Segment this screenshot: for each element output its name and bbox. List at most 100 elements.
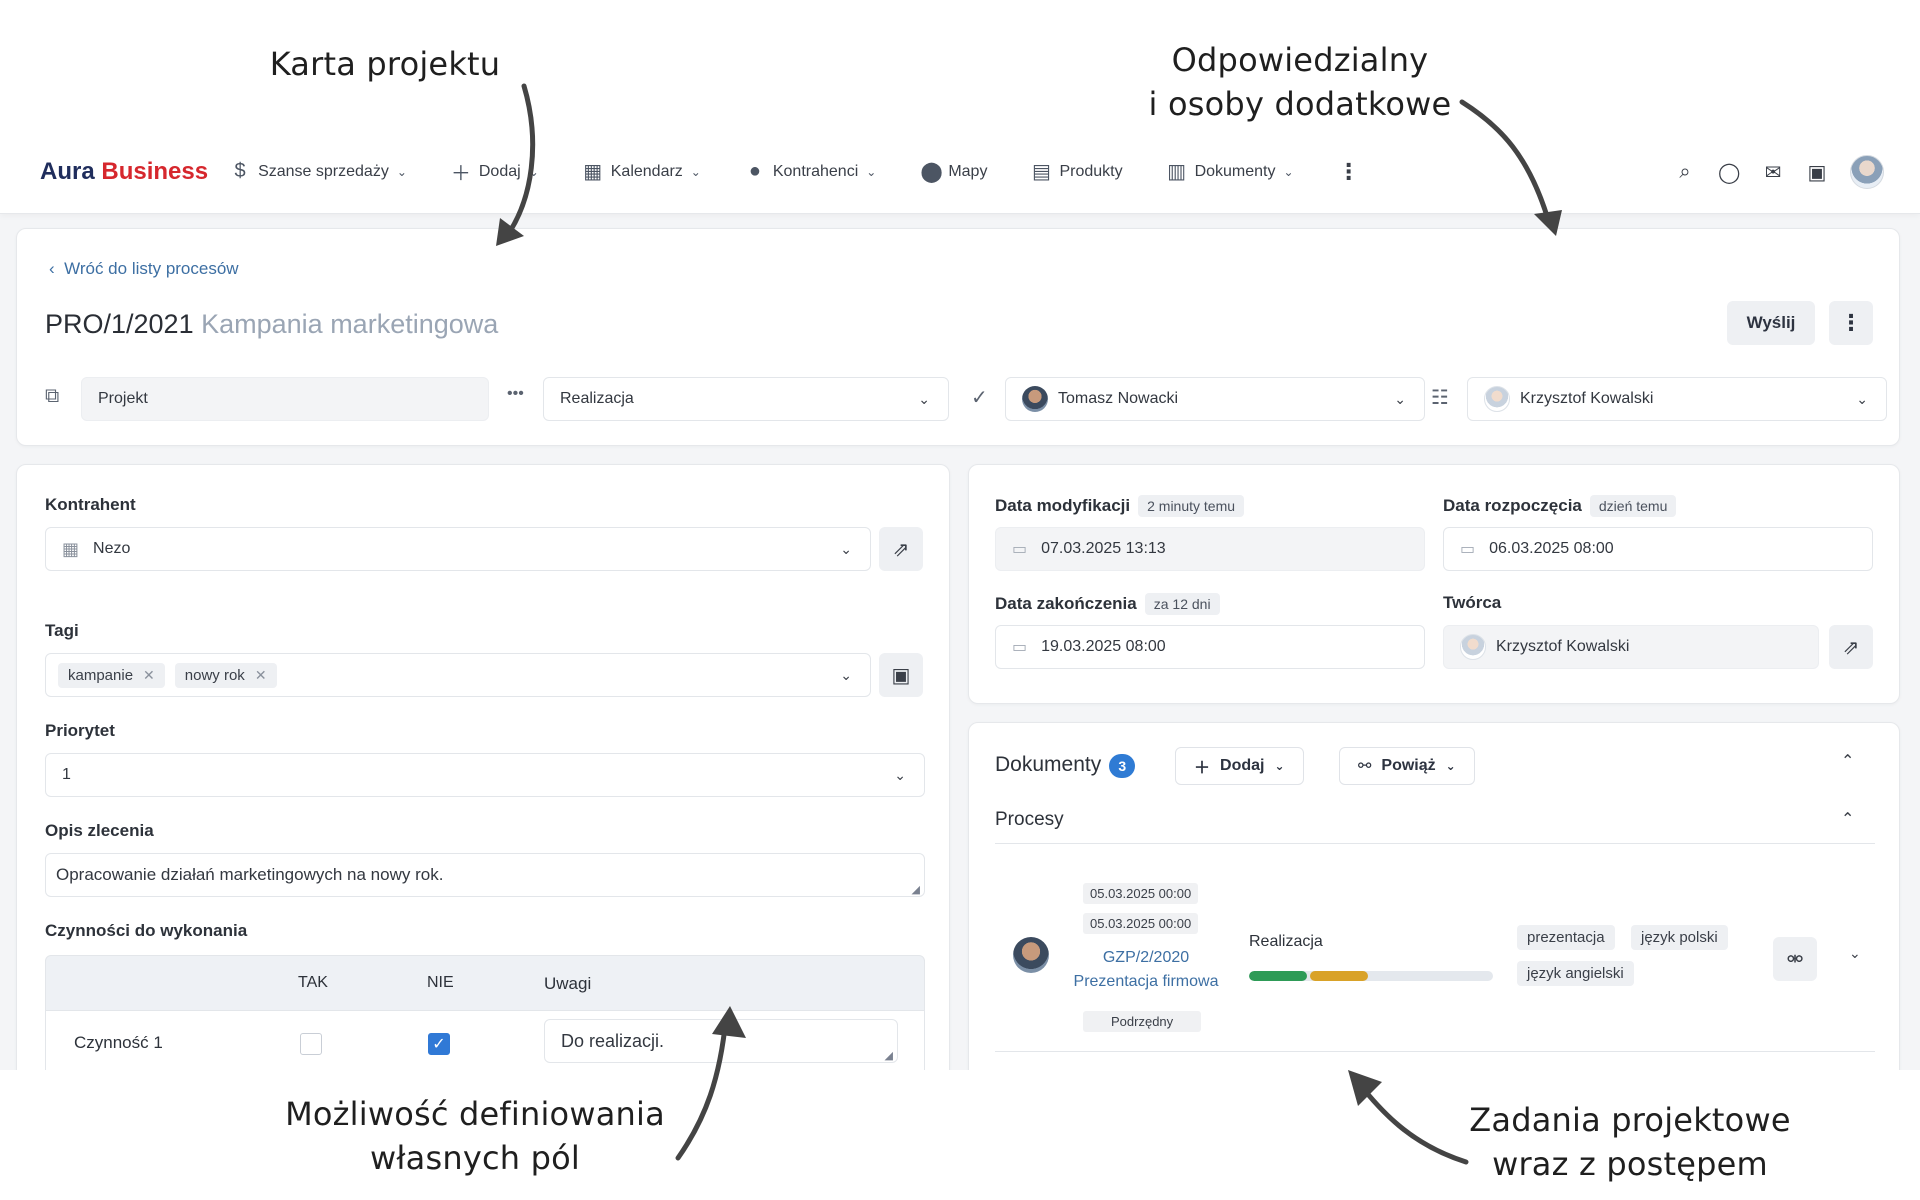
plus-icon: ＋ bbox=[1194, 760, 1211, 777]
tag-chip[interactable]: nowy rok ✕ bbox=[174, 662, 277, 688]
additional-people-select[interactable]: Krzysztof Kowalski ⌄ bbox=[1467, 377, 1887, 421]
nav-item-products[interactable]: ▤ Produkty bbox=[1031, 159, 1123, 184]
checkbox-nie[interactable]: ✓ bbox=[428, 1033, 450, 1055]
nav-item-label: Mapy bbox=[948, 162, 988, 180]
tasks-label: Czynności do wykonania bbox=[45, 921, 248, 940]
tasks-table-header: TAK NIE Uwagi bbox=[45, 955, 925, 1011]
avatar bbox=[1460, 634, 1486, 660]
more-actions-button[interactable]: ⋮ bbox=[1829, 301, 1873, 345]
creator-value: Krzysztof Kowalski bbox=[1496, 638, 1630, 655]
annotation-tasks-line2: wraz z postępem bbox=[1492, 1145, 1768, 1183]
start-date-field[interactable]: ▭ 06.03.2025 08:00 bbox=[1443, 527, 1873, 571]
process-tag: język polski bbox=[1631, 925, 1728, 950]
progress-done bbox=[1249, 971, 1307, 981]
avatar bbox=[1022, 386, 1048, 412]
process-name[interactable]: Prezentacja firmowa bbox=[1051, 973, 1241, 991]
logo-business: Business bbox=[101, 157, 209, 185]
avatar bbox=[1484, 386, 1510, 412]
end-date-field[interactable]: ▭ 19.03.2025 08:00 bbox=[995, 625, 1425, 669]
responsible-select[interactable]: Tomasz Nowacki ⌄ bbox=[1005, 377, 1425, 421]
annotation-tasks: Zadania projektowe wraz z postępem bbox=[1450, 1098, 1810, 1186]
documents-title-text: Dokumenty bbox=[995, 753, 1102, 776]
description-value: Opracowanie działań marketingowych na no… bbox=[56, 865, 444, 884]
process-type-value: Projekt bbox=[98, 390, 148, 407]
resize-handle-icon[interactable]: ◢ bbox=[885, 1049, 893, 1062]
people-icon: ☷ bbox=[1431, 387, 1449, 409]
back-link[interactable]: ‹ Wróć do listy procesów bbox=[49, 259, 239, 279]
person-check-icon: ✓ bbox=[971, 387, 988, 409]
open-external-icon[interactable]: ⇗ bbox=[879, 527, 923, 571]
contractor-select[interactable]: ▦ Nezo ⌄ bbox=[45, 527, 871, 571]
link-document-button[interactable]: ⚯ Powiąż ⌄ bbox=[1339, 747, 1475, 785]
col-uwagi: Uwagi bbox=[544, 974, 592, 993]
start-date-value: 06.03.2025 08:00 bbox=[1489, 540, 1614, 557]
contractor-label: Kontrahent bbox=[45, 495, 136, 514]
nav-item-documents[interactable]: ▥ Dokumenty ⌄ bbox=[1167, 159, 1293, 184]
nav-item-maps[interactable]: ⬤ Mapy bbox=[920, 159, 987, 184]
collapse-processes-icon[interactable]: ⌃ bbox=[1841, 809, 1854, 829]
nav-item-label: Kalendarz bbox=[610, 162, 683, 180]
clipboard-icon[interactable]: ▣ bbox=[879, 653, 923, 697]
calendar-icon: ▦ bbox=[583, 161, 603, 183]
list-item[interactable]: 05.03.2025 00:00 05.03.2025 00:00 GZP/2/… bbox=[995, 863, 1875, 1043]
nav-item-contractors[interactable]: ● Kontrahenci ⌄ bbox=[745, 160, 877, 183]
nav-item-calendar[interactable]: ▦ Kalendarz ⌄ bbox=[583, 159, 701, 184]
nav-item-add[interactable]: ＋ Dodaj ⌄ bbox=[451, 157, 539, 186]
open-external-icon[interactable]: ⇗ bbox=[1829, 625, 1873, 669]
send-button[interactable]: Wyślij bbox=[1727, 301, 1815, 345]
nav-item-label: Kontrahenci bbox=[772, 162, 859, 180]
process-stage: Realizacja bbox=[1249, 933, 1323, 950]
unlink-icon[interactable]: ⚮ bbox=[1773, 937, 1817, 981]
priority-select[interactable]: 1 ⌄ bbox=[45, 753, 925, 797]
chevron-down-icon: ⌄ bbox=[1856, 390, 1868, 407]
resize-handle-icon[interactable]: ◢ bbox=[912, 883, 920, 896]
description-label: Opis zlecenia bbox=[45, 821, 154, 840]
close-icon[interactable]: ✕ bbox=[255, 667, 267, 684]
more-vertical-icon[interactable]: ⋮ bbox=[1338, 159, 1360, 185]
start-badge: dzień temu bbox=[1589, 495, 1677, 517]
link-document-label: Powiąż bbox=[1381, 757, 1436, 774]
process-number[interactable]: GZP/2/2020 bbox=[1061, 949, 1231, 967]
responsible-value: Tomasz Nowacki bbox=[1058, 390, 1179, 407]
expand-row-icon[interactable]: ⌄ bbox=[1849, 945, 1861, 962]
priority-value: 1 bbox=[62, 766, 71, 783]
tags-input[interactable]: kampanie ✕ nowy rok ✕ ⌄ bbox=[45, 653, 871, 697]
person-icon: ● bbox=[748, 160, 761, 182]
user-avatar[interactable] bbox=[1850, 155, 1884, 189]
back-link-label: Wróć do listy procesów bbox=[64, 259, 239, 278]
documents-card: Dokumenty 3 ＋ Dodaj ⌄ ⚯ Powiąż ⌄ ⌃ Procesy ⌃ … bbox=[968, 722, 1900, 1070]
logo-aura: Aura bbox=[40, 157, 95, 185]
chevron-down-icon: ⌄ bbox=[528, 164, 539, 179]
progress-current bbox=[1310, 971, 1368, 981]
process-date-start: 05.03.2025 00:00 bbox=[1083, 883, 1199, 904]
collapse-documents-icon[interactable]: ⌃ bbox=[1841, 751, 1854, 771]
clipboard-icon[interactable]: ▣ bbox=[1806, 160, 1828, 185]
logo[interactable]: Aura Business bbox=[40, 158, 208, 186]
close-icon[interactable]: ✕ bbox=[143, 667, 155, 684]
end-label: Data zakończenia za 12 dni bbox=[995, 593, 1220, 615]
task-notes-input[interactable]: Do realizacji. ◢ bbox=[544, 1019, 898, 1063]
chevron-down-icon: ⌄ bbox=[866, 164, 877, 179]
tags-label: Tagi bbox=[45, 621, 79, 640]
chevron-down-icon: ⌄ bbox=[690, 164, 701, 179]
modified-date-value: 07.03.2025 13:13 bbox=[1041, 540, 1166, 557]
add-document-button[interactable]: ＋ Dodaj ⌄ bbox=[1175, 747, 1304, 785]
chevron-down-icon: ⌄ bbox=[840, 540, 852, 557]
chevron-down-icon: ⌄ bbox=[1445, 759, 1456, 773]
row-divider bbox=[995, 1051, 1875, 1052]
process-type-field[interactable]: Projekt bbox=[81, 377, 489, 421]
start-label: Data rozpoczęcia dzień temu bbox=[1443, 495, 1677, 517]
tag-label: kampanie bbox=[68, 666, 134, 684]
search-icon[interactable]: ⌕ bbox=[1674, 161, 1696, 184]
modified-date-field[interactable]: ▭ 07.03.2025 13:13 bbox=[995, 527, 1425, 571]
chat-icon[interactable]: ◯ bbox=[1718, 160, 1740, 185]
annotation-fields-line1: Możliwość definiowania bbox=[285, 1095, 665, 1133]
nav-item-sales[interactable]: $ Szanse sprzedaży ⌄ bbox=[230, 160, 407, 183]
stage-select[interactable]: Realizacja ⌄ bbox=[543, 377, 949, 421]
description-textarea[interactable]: Opracowanie działań marketingowych na no… bbox=[45, 853, 925, 897]
nav-item-label: Szanse sprzedaży bbox=[258, 162, 389, 180]
checkbox-tak[interactable] bbox=[300, 1033, 322, 1055]
tag-chip[interactable]: kampanie ✕ bbox=[58, 662, 165, 688]
modified-badge: 2 minuty temu bbox=[1138, 495, 1245, 517]
mail-icon[interactable]: ✉ bbox=[1762, 160, 1784, 185]
